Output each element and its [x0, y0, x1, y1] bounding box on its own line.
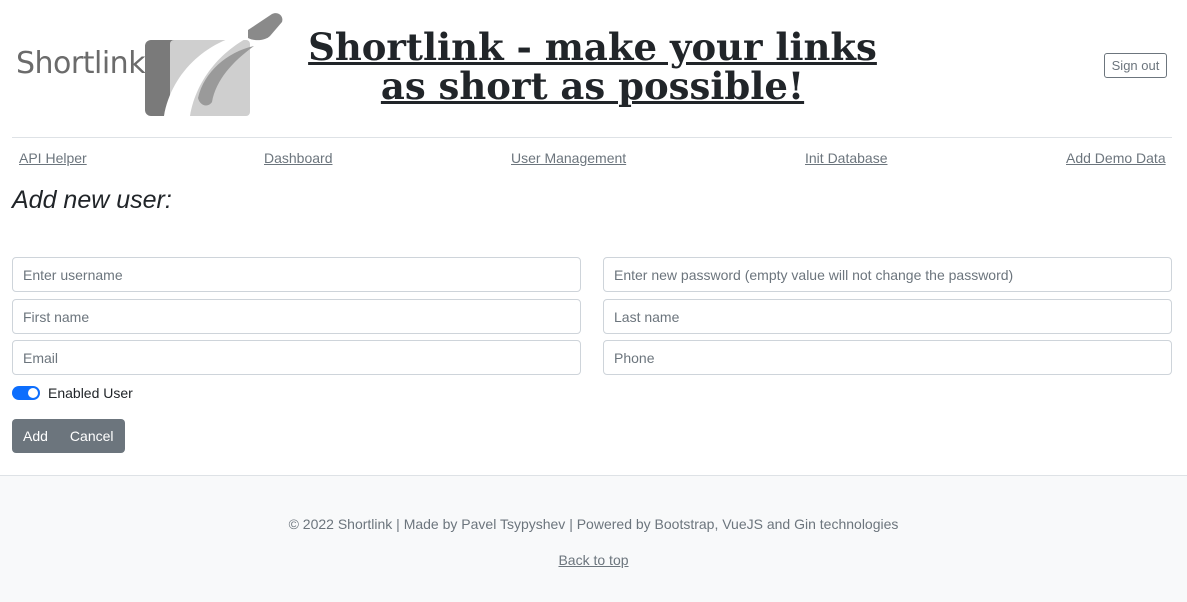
password-input[interactable] [603, 257, 1172, 292]
email-input[interactable] [12, 340, 581, 375]
page-footer: © 2022 Shortlink | Made by Pavel Tsypysh… [0, 475, 1187, 602]
nav-link-dashboard[interactable]: Dashboard [264, 150, 333, 166]
main-nav: API Helper Dashboard User Management Ini… [0, 150, 1187, 170]
phone-input[interactable] [603, 340, 1172, 375]
nav-link-user-management[interactable]: User Management [511, 150, 626, 166]
page-header: Shortlink Shortlink - make your links as… [0, 0, 1187, 137]
nav-link-init-database[interactable]: Init Database [805, 150, 888, 166]
nav-link-api-helper[interactable]: API Helper [19, 150, 87, 166]
nav-link-add-demo-data[interactable]: Add Demo Data [1066, 150, 1166, 166]
form-actions: Add Cancel [12, 419, 125, 453]
logo-text: Shortlink [16, 46, 146, 81]
logo-emblem-icon [145, 13, 283, 116]
site-title[interactable]: Shortlink - make your links as short as … [300, 28, 885, 106]
last-name-input[interactable] [603, 299, 1172, 334]
enabled-user-toggle[interactable] [12, 386, 40, 400]
first-name-input[interactable] [12, 299, 581, 334]
page-title: Add new user: [12, 186, 172, 214]
sign-out-button[interactable]: Sign out [1104, 53, 1167, 78]
add-button[interactable]: Add [12, 419, 59, 453]
cancel-button[interactable]: Cancel [58, 419, 125, 453]
back-to-top-link[interactable]: Back to top [558, 552, 628, 568]
username-input[interactable] [12, 257, 581, 292]
site-logo[interactable]: Shortlink [12, 10, 287, 120]
toggle-knob [28, 388, 38, 398]
footer-text: © 2022 Shortlink | Made by Pavel Tsypysh… [288, 516, 899, 532]
enabled-user-switch-row: Enabled User [12, 384, 133, 402]
header-divider [12, 137, 1172, 138]
enabled-user-label[interactable]: Enabled User [48, 385, 133, 401]
